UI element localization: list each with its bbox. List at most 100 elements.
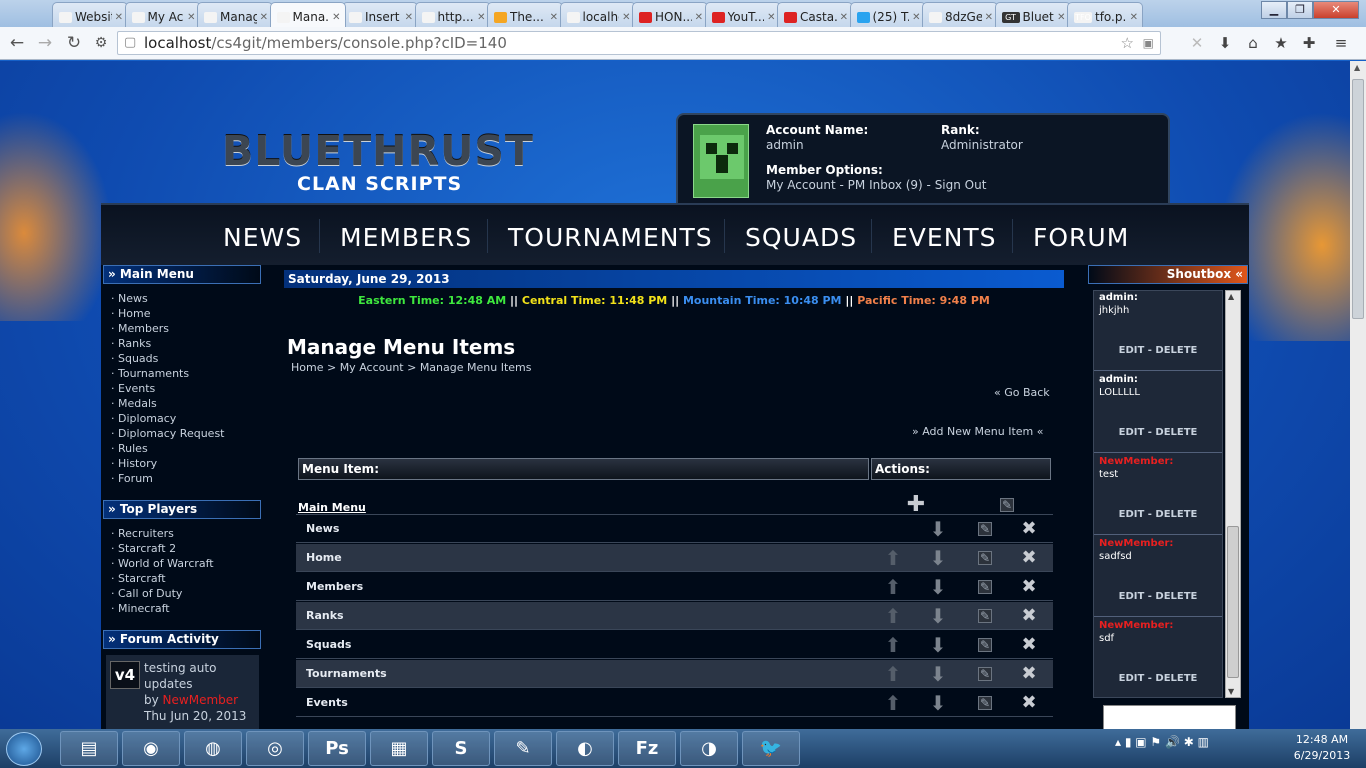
download-icon[interactable]: ⬇: [1214, 32, 1236, 54]
edit-icon[interactable]: ✎: [978, 580, 992, 594]
notepad-icon[interactable]: ✎: [494, 731, 552, 766]
back-arrow-icon[interactable]: ←: [6, 32, 28, 54]
nav-tournaments[interactable]: TOURNAMENTS: [508, 223, 713, 252]
browser-tab[interactable]: The... ✕: [487, 2, 563, 27]
tab-close-icon[interactable]: ✕: [260, 12, 268, 23]
filezilla-icon[interactable]: Fz: [618, 731, 676, 766]
menu-item-label[interactable]: Squads: [306, 638, 351, 651]
edit-icon[interactable]: ✎: [978, 522, 992, 536]
sidebar-main-menu-item[interactable]: Forum: [111, 471, 225, 486]
forward-arrow-icon[interactable]: →: [34, 32, 56, 54]
firefox-icon[interactable]: ◉: [122, 731, 180, 766]
sidebar-main-menu-item[interactable]: Diplomacy Request: [111, 426, 225, 441]
edit-icon[interactable]: ✎: [978, 609, 992, 623]
edit-icon[interactable]: ✎: [978, 551, 992, 565]
maximize-button[interactable]: ❐: [1287, 1, 1313, 19]
edit-category-icon[interactable]: ✎: [1000, 498, 1014, 512]
sidebar-main-menu-item[interactable]: Squads: [111, 351, 225, 366]
move-up-arrow-icon[interactable]: ⬆: [882, 606, 904, 626]
move-up-arrow-icon[interactable]: ⬆: [882, 664, 904, 684]
sidebar-top-players-item[interactable]: Call of Duty: [111, 586, 214, 601]
nav-news[interactable]: NEWS: [223, 223, 302, 252]
tab-close-icon[interactable]: ✕: [1130, 12, 1138, 23]
forum-post-title-line2[interactable]: updates: [144, 677, 193, 691]
go-back-link[interactable]: « Go Back: [994, 386, 1050, 399]
sidebar-main-menu-item[interactable]: Diplomacy: [111, 411, 225, 426]
shout-edit-delete-links[interactable]: EDIT - DELETE: [1094, 345, 1222, 356]
twitter-icon[interactable]: 🐦: [742, 731, 800, 766]
address-bar[interactable]: ▢ localhost/cs4git/members/console.php?c…: [117, 31, 1161, 55]
add-new-menu-item-link[interactable]: » Add New Menu Item «: [912, 425, 1043, 438]
browser-tab[interactable]: 8dzGeoi...✕: [922, 2, 998, 27]
shoutbox-scroll-thumb[interactable]: [1227, 526, 1239, 678]
browser-tab[interactable]: localhos...✕: [559, 2, 636, 27]
shout-edit-delete-links[interactable]: EDIT - DELETE: [1094, 427, 1222, 438]
menu-icon[interactable]: ≡: [1330, 32, 1352, 54]
nav-squads[interactable]: SQUADS: [745, 223, 857, 252]
nav-events[interactable]: EVENTS: [892, 223, 997, 252]
site-logo[interactable]: BLUETHRUST CLAN SCRIPTS: [222, 129, 552, 195]
steam-icon[interactable]: ◑: [680, 731, 738, 766]
sidebar-main-menu-item[interactable]: History: [111, 456, 225, 471]
shout-author[interactable]: NewMember:: [1099, 620, 1173, 631]
sidebar-top-players-item[interactable]: Minecraft: [111, 601, 214, 616]
edit-icon[interactable]: ✎: [978, 667, 992, 681]
browser-tab[interactable]: Manage ...✕: [197, 2, 273, 27]
skype-icon[interactable]: S: [432, 731, 490, 766]
sidebar-main-menu-item[interactable]: News: [111, 291, 225, 306]
browser-tab[interactable]: Mana...✕: [269, 2, 346, 27]
sidebar-top-players-item[interactable]: Starcraft 2: [111, 541, 214, 556]
sidebar-main-menu-item[interactable]: Tournaments: [111, 366, 225, 381]
browser-tab[interactable]: GTBluet...✕: [994, 2, 1071, 27]
shoutbox-input[interactable]: [1103, 705, 1236, 729]
move-down-arrow-icon[interactable]: ⬇: [927, 548, 949, 568]
scroll-up-icon[interactable]: ▲: [1228, 292, 1234, 301]
member-options-links[interactable]: My Account - PM Inbox (9) - Sign Out: [766, 178, 986, 192]
menu-category-main-menu[interactable]: Main Menu: [298, 501, 366, 514]
tray-icons[interactable]: ▴ ▮ ▣ ⚑ 🔊 ✱ ▥: [1115, 735, 1209, 749]
forum-activity-item[interactable]: v4 testing auto updates by NewMember Thu…: [106, 655, 259, 729]
delete-x-icon[interactable]: ✖: [1018, 548, 1040, 568]
home-icon[interactable]: ⌂: [1242, 32, 1264, 54]
menu-item-label[interactable]: Tournaments: [306, 667, 387, 680]
move-down-arrow-icon[interactable]: ⬇: [927, 693, 949, 713]
move-down-arrow-icon[interactable]: ⬇: [927, 664, 949, 684]
page-scroll-thumb[interactable]: [1352, 79, 1364, 319]
sidebar-top-players-item[interactable]: Recruiters: [111, 526, 214, 541]
sidebar-top-players-item[interactable]: World of Warcraft: [111, 556, 214, 571]
delete-x-icon[interactable]: ✖: [1018, 693, 1040, 713]
tab-close-icon[interactable]: ✕: [1057, 12, 1065, 23]
shoutbox-scrollbar[interactable]: ▲ ▼: [1225, 290, 1241, 698]
edit-icon[interactable]: ✎: [978, 696, 992, 710]
sidebar-main-menu-item[interactable]: Members: [111, 321, 225, 336]
menu-item-label[interactable]: Ranks: [306, 609, 344, 622]
bookmark-star-icon[interactable]: ★: [1270, 32, 1292, 54]
shout-author[interactable]: admin:: [1099, 374, 1138, 385]
edit-icon[interactable]: ✎: [978, 638, 992, 652]
tab-close-icon[interactable]: ✕: [405, 12, 413, 23]
shout-author[interactable]: NewMember:: [1099, 456, 1173, 467]
browser-tab[interactable]: YouT... ✕: [704, 2, 781, 27]
browser-tab[interactable]: (25) T...✕: [849, 2, 926, 27]
nav-members[interactable]: MEMBERS: [340, 223, 472, 252]
sidebar-main-menu-item[interactable]: Home: [111, 306, 225, 321]
browser-tab[interactable]: http....xml✕: [414, 2, 491, 27]
reload-icon[interactable]: ↻: [63, 32, 85, 54]
nav-forum[interactable]: FORUM: [1033, 223, 1129, 252]
extension-icon[interactable]: ✚: [1298, 32, 1320, 54]
start-button[interactable]: [6, 732, 42, 766]
forum-post-title-line1[interactable]: testing auto: [144, 661, 216, 675]
shout-edit-delete-links[interactable]: EDIT - DELETE: [1094, 673, 1222, 684]
sidebar-main-menu-item[interactable]: Ranks: [111, 336, 225, 351]
delete-x-icon[interactable]: ✖: [1018, 519, 1040, 539]
delete-x-icon[interactable]: ✖: [1018, 606, 1040, 626]
move-up-arrow-icon[interactable]: ⬆: [882, 577, 904, 597]
explorer-icon[interactable]: ▤: [60, 731, 118, 766]
move-down-arrow-icon[interactable]: ⬇: [927, 606, 949, 626]
spotify-icon[interactable]: ◎: [246, 731, 304, 766]
breadcrumb[interactable]: Home > My Account > Manage Menu Items: [291, 361, 531, 374]
browser-tab[interactable]: Website ...✕: [52, 2, 128, 27]
tab-close-icon[interactable]: ✕: [767, 12, 775, 23]
sidebar-top-players-item[interactable]: Starcraft: [111, 571, 214, 586]
move-up-arrow-icon[interactable]: ⬆: [882, 548, 904, 568]
